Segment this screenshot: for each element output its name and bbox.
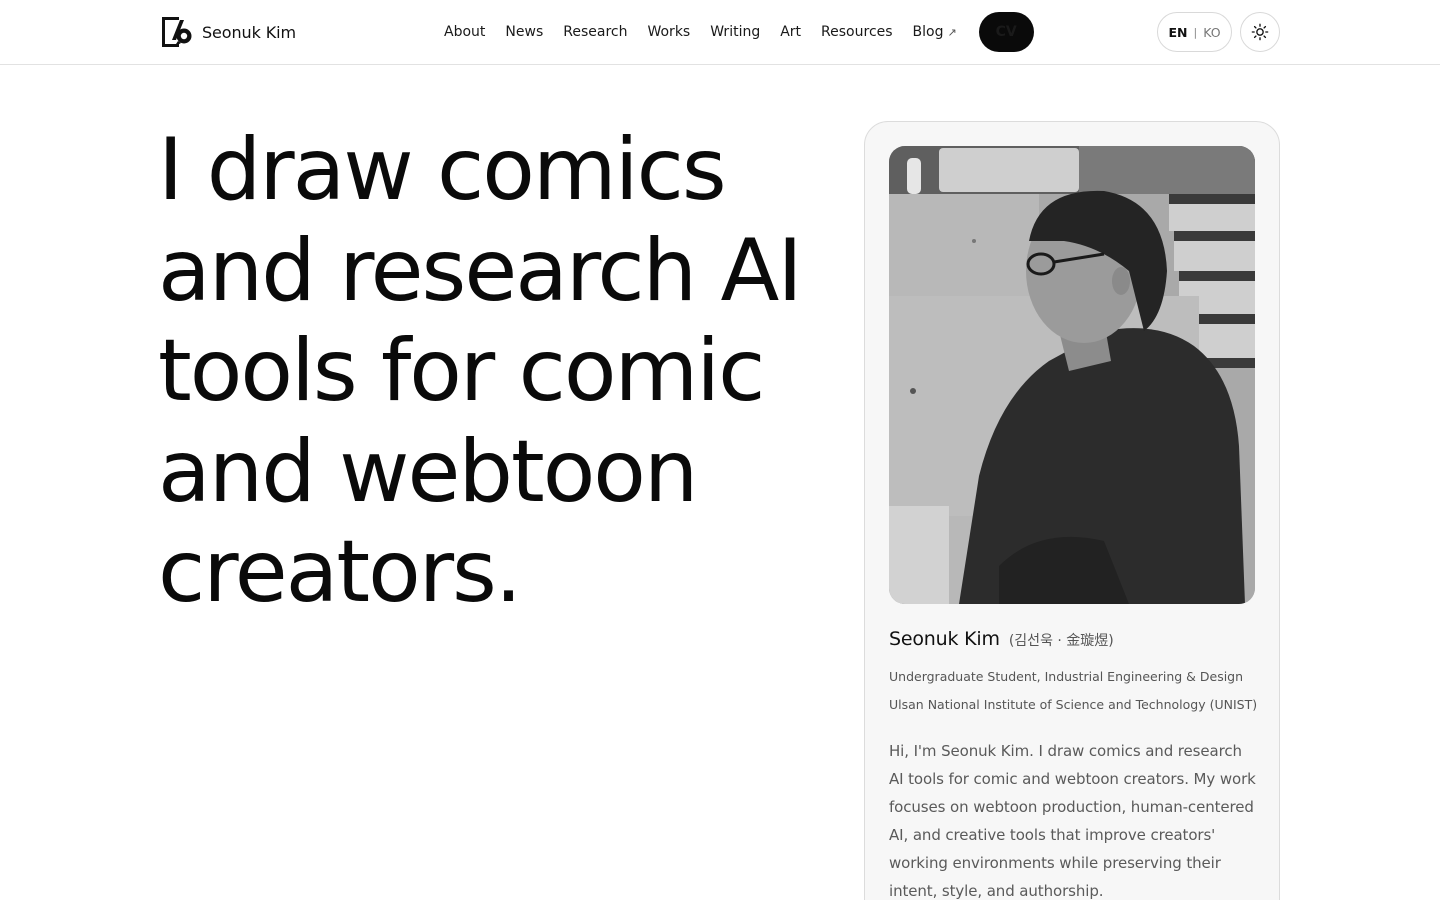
nav-writing-link[interactable]: Writing (710, 24, 760, 40)
site-header: Seonuk Kim About News Research Works Wri… (0, 0, 1440, 65)
nav-art-link[interactable]: Art (780, 24, 801, 40)
lang-separator: | (1193, 25, 1198, 39)
nav-resources-link[interactable]: Resources (821, 24, 893, 40)
lang-ko-option[interactable]: KO (1203, 25, 1220, 40)
nav-blog-link[interactable]: Blog ↗ (913, 24, 957, 40)
arrow-up-right-icon: ↗ (947, 25, 957, 39)
brand-home-link[interactable]: Seonuk Kim (160, 16, 296, 48)
theme-toggle-button[interactable] (1240, 12, 1280, 52)
sun-icon (1251, 23, 1269, 41)
profile-card: Seonuk Kim (김선욱 · 金璇煜) Undergraduate Stu… (864, 121, 1280, 900)
profile-affiliation-institution: Ulsan National Institute of Science and … (889, 697, 1258, 712)
profile-affiliation-role: Undergraduate Student, Industrial Engine… (889, 669, 1244, 684)
nav-news-link[interactable]: News (505, 24, 543, 40)
profile-name-native: (김선욱 · 金璇煜) (1008, 633, 1114, 649)
nav-research-link[interactable]: Research (563, 24, 627, 40)
cv-button[interactable]: CV (978, 12, 1034, 52)
nav-about-link[interactable]: About (444, 24, 485, 40)
profile-bio: Hi, I'm Seonuk Kim. I draw comics and re… (889, 742, 1256, 900)
profile-name-line: Seonuk Kim (김선욱 · 金璇煜) (889, 628, 1114, 650)
profile-name: Seonuk Kim (889, 628, 1000, 650)
hero-title: I draw comics and research AI tools for … (158, 120, 803, 622)
nav-blog-label: Blog (912, 24, 944, 40)
brand-name: Seonuk Kim (202, 22, 296, 42)
profile-photo (889, 146, 1255, 604)
main-nav: About News Research Works Writing Art Re… (444, 12, 1054, 52)
language-switcher: EN | KO (1157, 12, 1232, 52)
brand-logo-icon (162, 17, 192, 47)
lang-en-option[interactable]: EN (1168, 25, 1187, 40)
nav-works-link[interactable]: Works (647, 24, 690, 40)
